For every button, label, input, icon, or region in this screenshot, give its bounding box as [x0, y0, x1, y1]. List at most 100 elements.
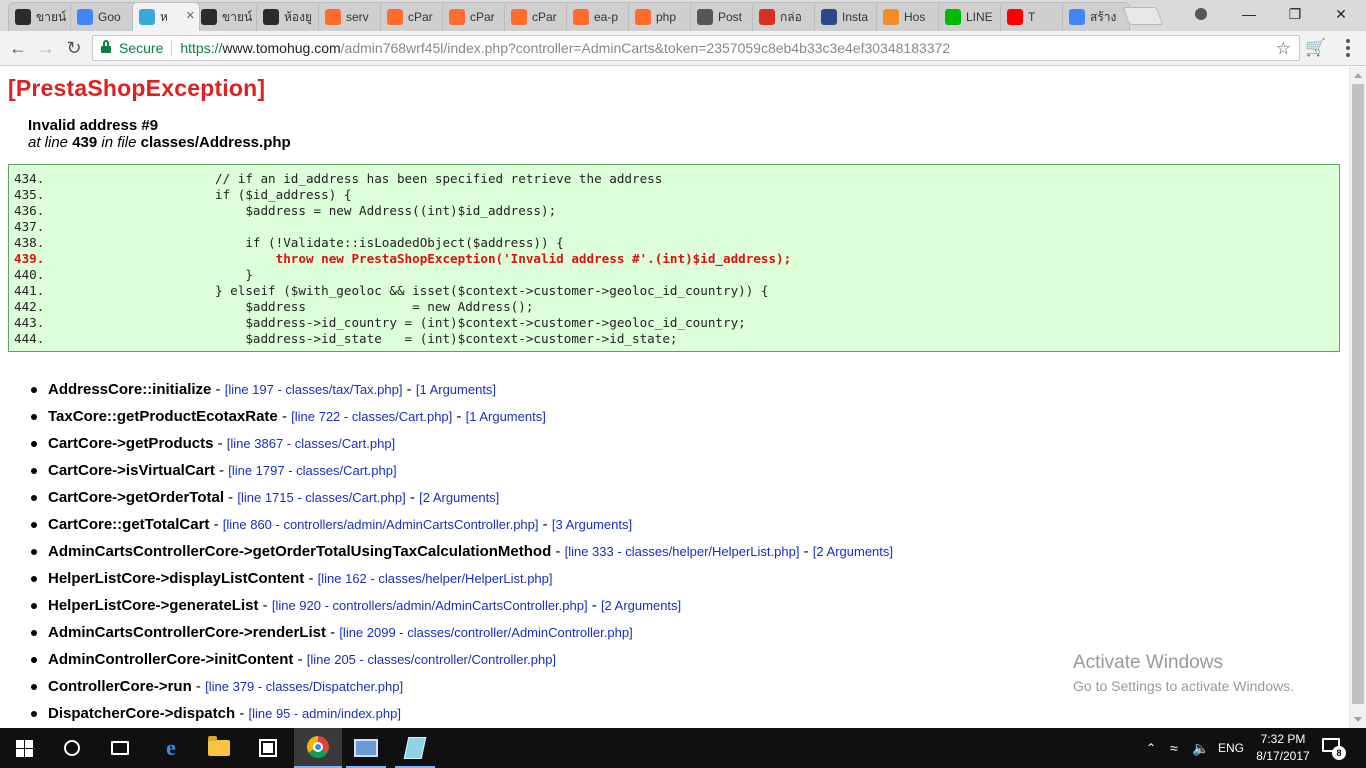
- trace-arguments-link[interactable]: [1 Arguments]: [466, 409, 546, 424]
- taskbar-chrome[interactable]: [294, 728, 342, 768]
- code-line: 434. // if an id_address has been specif…: [9, 171, 1339, 187]
- clock[interactable]: 7:32 PM 8/17/2017: [1248, 731, 1318, 765]
- bookmark-star-icon[interactable]: ☆: [1276, 39, 1291, 59]
- language-button[interactable]: ENG: [1218, 728, 1244, 768]
- trace-location-link[interactable]: [line 722 - classes/Cart.php]: [291, 409, 452, 424]
- trace-location-link[interactable]: [line 162 - classes/helper/HelperList.ph…: [318, 571, 553, 586]
- profile-button[interactable]: [1188, 4, 1214, 24]
- browser-tab[interactable]: cPar: [442, 2, 510, 31]
- stack-trace-item: AdminControllerCore->initContent - [line…: [30, 649, 893, 676]
- browser-toolbar: ← → ↻ Secure https://www.tomohug.com/adm…: [0, 31, 1366, 66]
- trace-function: TaxCore::getProductEcotaxRate: [48, 408, 278, 425]
- browser-tab[interactable]: ea-p: [566, 2, 634, 31]
- stack-trace-item: CartCore->getProducts - [line 3867 - cla…: [30, 433, 893, 460]
- task-view-button[interactable]: [96, 728, 144, 768]
- trace-location-link[interactable]: [line 333 - classes/helper/HelperList.ph…: [565, 544, 800, 559]
- show-hidden-icons-button[interactable]: ⌃: [1146, 728, 1156, 768]
- volume-button[interactable]: 🔈: [1192, 728, 1209, 768]
- page-scrollbar[interactable]: [1349, 67, 1366, 728]
- action-center-button[interactable]: 8: [1322, 738, 1346, 760]
- trace-location-link[interactable]: [line 95 - admin/index.php]: [248, 706, 400, 721]
- cpanel-icon: [635, 9, 651, 25]
- browser-tab[interactable]: ห้องยู: [256, 2, 324, 31]
- tab-close-icon[interactable]: ✕: [186, 9, 195, 22]
- trace-location-link[interactable]: [line 3867 - classes/Cart.php]: [227, 436, 395, 451]
- cpanel-icon: [325, 9, 341, 25]
- trace-location-link[interactable]: [line 1715 - classes/Cart.php]: [237, 490, 405, 505]
- browser-tab[interactable]: Hos: [876, 2, 944, 31]
- trace-location-link[interactable]: [line 2099 - classes/controller/AdminCon…: [339, 625, 632, 640]
- taskbar-remote-desktop[interactable]: [342, 728, 390, 768]
- taskbar-file-explorer[interactable]: [195, 728, 243, 768]
- browser-tab[interactable]: Goo: [70, 2, 138, 31]
- browser-tab[interactable]: cPar: [504, 2, 572, 31]
- exception-title: [PrestaShopException]: [8, 75, 266, 101]
- notification-badge: 8: [1332, 746, 1346, 760]
- tab-label: ea-p: [594, 10, 619, 24]
- address-bar[interactable]: Secure https://www.tomohug.com/admin768w…: [92, 35, 1300, 61]
- browser-tab[interactable]: สร้าง: [1062, 2, 1130, 31]
- terminal-icon: [263, 9, 279, 25]
- new-tab-button[interactable]: [1122, 7, 1164, 25]
- browser-tab[interactable]: ขายน์: [194, 2, 262, 31]
- trace-arguments-link[interactable]: [2 Arguments]: [813, 544, 893, 559]
- trace-function: ControllerCore->run: [48, 678, 192, 695]
- browser-tab[interactable]: serv: [318, 2, 386, 31]
- scroll-up-arrow-icon[interactable]: [1354, 73, 1362, 78]
- trace-location-link[interactable]: [line 197 - classes/tax/Tax.php]: [225, 382, 403, 397]
- back-button[interactable]: ←: [6, 37, 30, 59]
- forward-button[interactable]: →: [34, 37, 58, 59]
- tab-label: ห: [160, 9, 168, 24]
- trace-arguments-link[interactable]: [2 Arguments]: [601, 598, 681, 613]
- trace-location-link[interactable]: [line 205 - classes/controller/Controlle…: [307, 652, 556, 667]
- trace-arguments-link[interactable]: [1 Arguments]: [416, 382, 496, 397]
- browser-tab[interactable]: Insta: [814, 2, 882, 31]
- close-window-button[interactable]: ✕: [1318, 0, 1364, 28]
- minimize-button[interactable]: —: [1226, 0, 1272, 28]
- cortana-button[interactable]: [48, 728, 96, 768]
- taskbar-edge[interactable]: e: [147, 728, 195, 768]
- hostgator-icon: [883, 9, 899, 25]
- task-view-icon: [111, 741, 129, 755]
- code-line: 442. $address = new Address();: [9, 299, 1339, 315]
- code-line: 437.: [9, 219, 1339, 235]
- browser-tab[interactable]: cPar: [380, 2, 448, 31]
- browser-tab[interactable]: ห ✕: [132, 2, 200, 31]
- browser-tab[interactable]: T: [1000, 2, 1068, 31]
- browser-tab[interactable]: LINE: [938, 2, 1006, 31]
- trace-arguments-link[interactable]: [3 Arguments]: [552, 517, 632, 532]
- browser-menu-button[interactable]: [1340, 38, 1356, 58]
- exception-message: Invalid address #9: [28, 117, 159, 134]
- start-button[interactable]: [0, 728, 48, 768]
- trace-location-link[interactable]: [line 920 - controllers/admin/AdminCarts…: [272, 598, 588, 613]
- trace-location-link[interactable]: [line 1797 - classes/Cart.php]: [228, 463, 396, 478]
- trace-location-link[interactable]: [line 379 - classes/Dispatcher.php]: [205, 679, 403, 694]
- youtube-icon: [1007, 9, 1023, 25]
- reload-button[interactable]: ↻: [62, 37, 86, 59]
- trace-function: DispatcherCore->dispatch: [48, 705, 236, 722]
- code-text: } elseif ($with_geoloc && isset($context…: [124, 283, 769, 298]
- trace-arguments-link[interactable]: [2 Arguments]: [419, 490, 499, 505]
- browser-tab[interactable]: กล่อ: [752, 2, 820, 31]
- trace-function: AdminControllerCore->initContent: [48, 651, 294, 668]
- code-line-highlighted: 439. throw new PrestaShopException('Inva…: [9, 251, 1339, 267]
- code-line: 436. $address = new Address((int)$id_add…: [9, 203, 1339, 219]
- browser-tab[interactable]: ขายน์: [8, 2, 76, 31]
- line-number: 434.: [14, 171, 45, 186]
- tab-label: ขายน์: [36, 9, 67, 24]
- cart-extension-icon[interactable]: 🛒: [1305, 38, 1326, 58]
- trace-location-link[interactable]: [line 860 - controllers/admin/AdminCarts…: [223, 517, 539, 532]
- browser-tab[interactable]: php: [628, 2, 696, 31]
- watermark-subtitle: Go to Settings to activate Windows.: [1073, 678, 1294, 694]
- source-code-box: 434. // if an id_address has been specif…: [8, 164, 1340, 352]
- taskbar-store[interactable]: [244, 728, 292, 768]
- scroll-down-arrow-icon[interactable]: [1354, 717, 1362, 722]
- tab-label: กล่อ: [780, 9, 802, 24]
- maximize-button[interactable]: ❐: [1272, 0, 1318, 28]
- code-text: $address->id_country = (int)$context->cu…: [124, 315, 746, 330]
- taskbar-notepad[interactable]: [391, 728, 439, 768]
- scroll-thumb[interactable]: [1352, 84, 1364, 704]
- chevron-up-icon: ⌃: [1146, 741, 1157, 755]
- browser-tab[interactable]: Post: [690, 2, 758, 31]
- network-button[interactable]: ≈: [1170, 728, 1178, 768]
